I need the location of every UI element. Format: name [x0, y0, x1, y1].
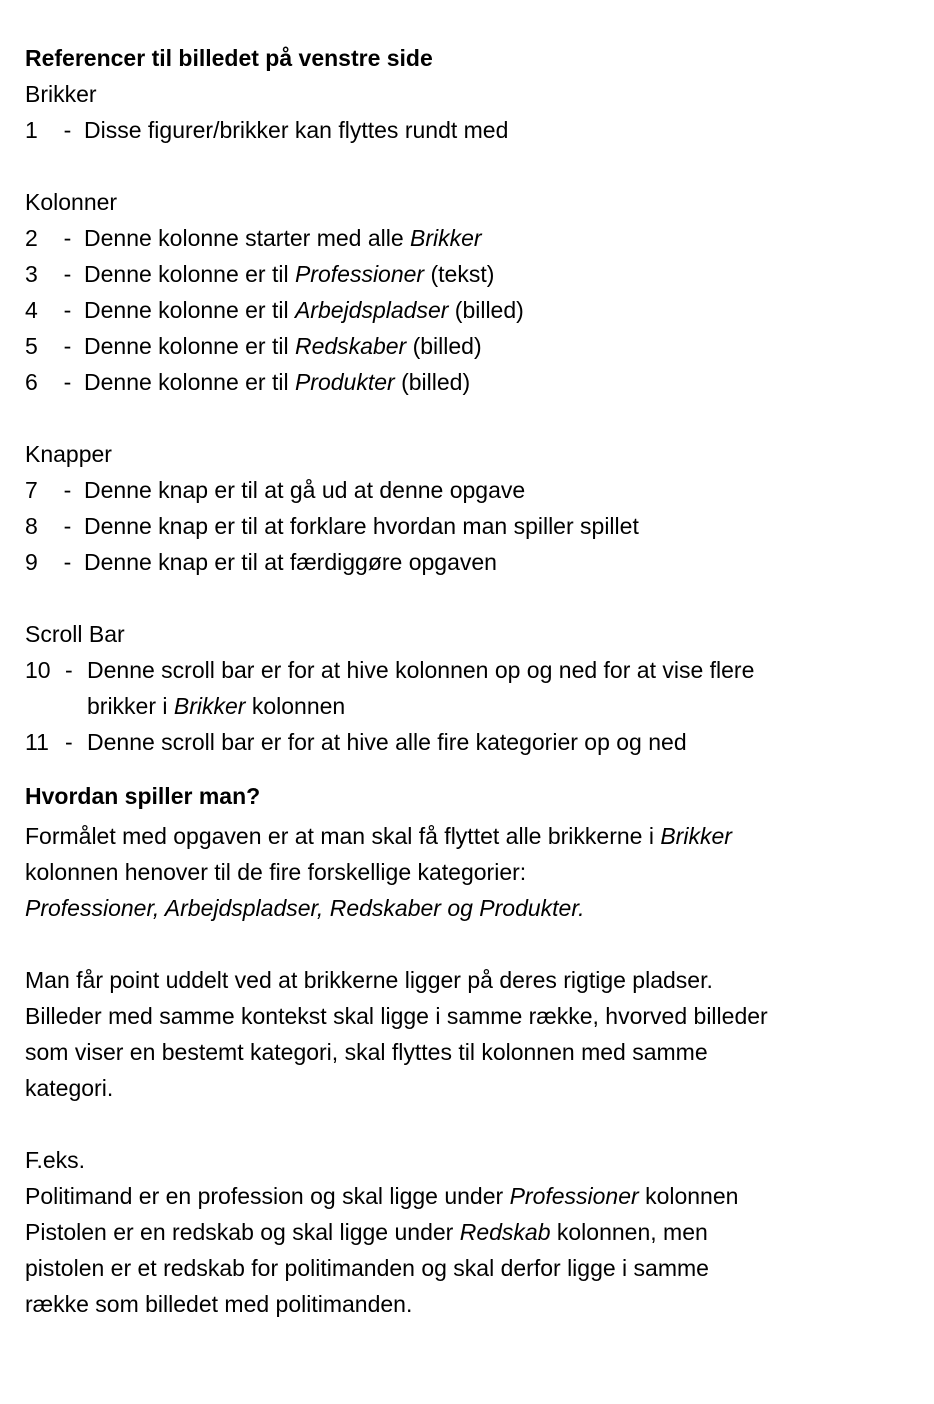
howto-title: Hvordan spiller man? — [25, 783, 261, 809]
item-text: Denne knap er til at færdiggøre opgaven — [84, 549, 497, 575]
list-item-11: 11 - Denne scroll bar er for at hive all… — [25, 724, 905, 760]
list-item-3: 3 - Denne kolonne er til Professioner (t… — [25, 256, 905, 292]
list-item-2: 2 - Denne kolonne starter med alle Brikk… — [25, 220, 905, 256]
paragraph-line: som viser en bestemt kategori, skal flyt… — [25, 1039, 708, 1065]
item-text-emphasis: Professioner — [294, 261, 425, 287]
list-item-8: 8 - Denne knap er til at forklare hvorda… — [25, 508, 905, 544]
item-text-emphasis: Produkter — [294, 369, 395, 395]
paragraph-line: Formålet med opgaven er at man skal få f… — [25, 818, 905, 854]
item-text: Denne scroll bar er for at hive alle fir… — [87, 729, 687, 755]
item-text-line-1: Denne scroll bar er for at hive kolonnen… — [87, 657, 755, 683]
item-text-post: (billed) — [394, 369, 471, 395]
paragraph-line: række som billedet med politimanden. — [25, 1291, 413, 1317]
paragraph-line: F.eks. — [25, 1147, 86, 1173]
text-emphasis: Professioner — [509, 1183, 639, 1209]
item-text-pre: Denne kolonne er til — [84, 369, 295, 395]
scrollbar-label: Scroll Bar — [25, 621, 125, 647]
item-number: 8 — [25, 513, 38, 539]
item-number: 3 — [25, 261, 38, 287]
howto-paragraph-3: F.eks. Politimand er en profession og sk… — [25, 1142, 905, 1322]
item-number: 10 — [25, 657, 51, 683]
item-text-pre: Denne kolonne er til — [84, 261, 295, 287]
item-dash: - — [63, 549, 72, 575]
item-text: Denne kolonne starter med alle Brikker — [84, 220, 905, 256]
item-text: Denne kolonne er til Professioner (tekst… — [84, 256, 905, 292]
text-emphasis: Professioner, Arbejdspladser, Redskaber … — [25, 895, 585, 921]
item-text-pre: Denne kolonne starter med alle — [84, 225, 411, 251]
item-text-emphasis: Arbejdspladser — [294, 297, 449, 323]
item-dash: - — [65, 657, 73, 683]
item-text-emphasis: Brikker — [410, 225, 482, 251]
item-dash: - — [63, 117, 72, 143]
paragraph-line: Professioner, Arbejdspladser, Redskaber … — [25, 890, 905, 926]
item-text: Denne knap er til at gå ud at denne opga… — [84, 477, 526, 503]
item-text-pre: brikker i — [87, 693, 174, 719]
item-text: Denne kolonne er til Produkter (billed) — [84, 364, 905, 400]
item-text-post: (tekst) — [424, 261, 495, 287]
item-text: Denne kolonne er til Redskaber (billed) — [84, 328, 905, 364]
item-number: 7 — [25, 477, 38, 503]
item-text: Denne knap er til at forklare hvordan ma… — [84, 513, 639, 539]
text-pre: Pistolen er en redskab og skal ligge und… — [25, 1219, 460, 1245]
list-item-6: 6 - Denne kolonne er til Produkter (bill… — [25, 364, 905, 400]
item-dash: - — [63, 261, 72, 287]
item-text-line-2: brikker i Brikker kolonnen — [87, 688, 905, 724]
references-title: Referencer til billedet på venstre side — [25, 45, 433, 71]
document-page: Referencer til billedet på venstre side … — [25, 40, 905, 1322]
item-number: 5 — [25, 333, 38, 359]
item-dash: - — [63, 297, 72, 323]
paragraph-line: pistolen er et redskab for politimanden … — [25, 1255, 709, 1281]
text-post: kolonnen — [638, 1183, 739, 1209]
paragraph-line: Politimand er en profession og skal ligg… — [25, 1178, 905, 1214]
item-dash: - — [63, 477, 72, 503]
item-text-post: (billed) — [448, 297, 524, 323]
item-text-pre: Denne kolonne er til — [84, 297, 295, 323]
item-number: 1 — [25, 117, 38, 143]
item-number: 4 — [25, 297, 38, 323]
list-item-5: 5 - Denne kolonne er til Redskaber (bill… — [25, 328, 905, 364]
paragraph-line: kolonnen henover til de fire forskellige… — [25, 859, 527, 885]
item-dash: - — [65, 729, 73, 755]
brikker-label: Brikker — [25, 81, 97, 107]
list-item-9: 9 - Denne knap er til at færdiggøre opga… — [25, 544, 905, 580]
item-text-emphasis: Brikker — [173, 693, 246, 719]
paragraph-line: Man får point uddelt ved at brikkerne li… — [25, 967, 713, 993]
item-dash: - — [63, 225, 72, 251]
item-dash: - — [63, 369, 72, 395]
kolonner-label: Kolonner — [25, 189, 118, 215]
item-text-pre: Denne kolonne er til — [84, 333, 295, 359]
item-text-post: kolonnen — [245, 693, 346, 719]
item-number: 11 — [25, 729, 49, 755]
item-dash: - — [63, 333, 72, 359]
item-text: Denne scroll bar er for at hive kolonnen… — [87, 652, 905, 724]
item-text-post: (billed) — [406, 333, 482, 359]
howto-paragraph-2: Man får point uddelt ved at brikkerne li… — [25, 962, 905, 1106]
item-text: Disse figurer/brikker kan flyttes rundt … — [84, 117, 509, 143]
list-item-1: 1 - Disse figurer/brikker kan flyttes ru… — [25, 112, 905, 148]
paragraph-line: Billeder med samme kontekst skal ligge i… — [25, 1003, 768, 1029]
item-number: 6 — [25, 369, 38, 395]
paragraph-line: kategori. — [25, 1075, 114, 1101]
knapper-label: Knapper — [25, 441, 112, 467]
text-post: kolonnen, men — [550, 1219, 708, 1245]
text-emphasis: Brikker — [660, 823, 732, 849]
paragraph-line: Pistolen er en redskab og skal ligge und… — [25, 1214, 905, 1250]
list-item-10: 10 - Denne scroll bar er for at hive kol… — [25, 652, 905, 724]
item-text-emphasis: Redskaber — [294, 333, 407, 359]
list-item-7: 7 - Denne knap er til at gå ud at denne … — [25, 472, 905, 508]
item-number: 2 — [25, 225, 38, 251]
item-text: Denne kolonne er til Arbejdspladser (bil… — [84, 292, 905, 328]
text-emphasis: Redskab — [459, 1219, 551, 1245]
howto-paragraph-1: Formålet med opgaven er at man skal få f… — [25, 818, 905, 926]
item-dash: - — [63, 513, 72, 539]
text-pre: Formålet med opgaven er at man skal få f… — [25, 823, 661, 849]
list-item-4: 4 - Denne kolonne er til Arbejdspladser … — [25, 292, 905, 328]
item-number: 9 — [25, 549, 38, 575]
text-pre: Politimand er en profession og skal ligg… — [25, 1183, 510, 1209]
